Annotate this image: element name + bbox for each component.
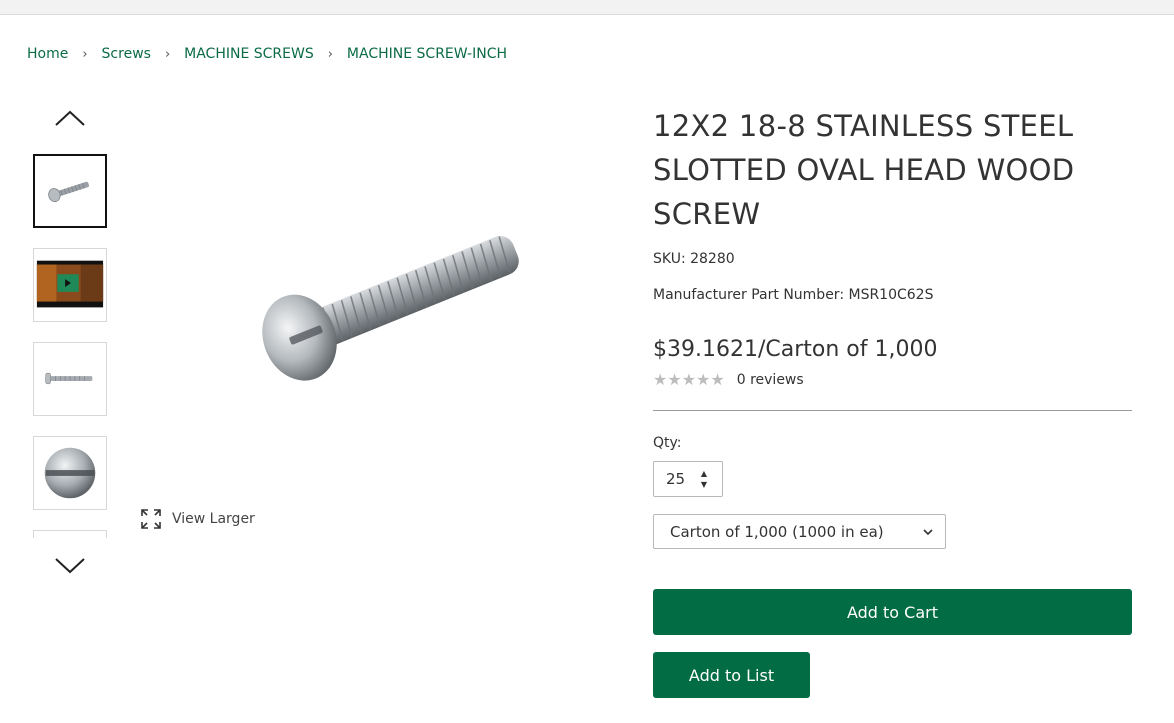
thumbnail-partial[interactable] [33, 530, 107, 538]
thumbnail-screw-head[interactable] [33, 436, 107, 510]
thumbnail-screw[interactable] [33, 154, 107, 228]
chevron-up-icon [55, 110, 85, 126]
view-larger-button[interactable]: View Larger [140, 508, 255, 530]
top-bar [0, 0, 1174, 15]
chevron-down-icon [923, 529, 933, 536]
breadcrumb-separator: › [82, 46, 88, 62]
expand-icon [141, 509, 161, 529]
increment-icon[interactable]: ▲ [701, 469, 707, 478]
screw-image [262, 236, 519, 381]
star-rating-icon: ★★★★★ [653, 370, 725, 389]
screw-head-image [44, 447, 96, 499]
qty-value[interactable]: 25 [666, 470, 685, 488]
uom-selected-value: Carton of 1,000 (1000 in ea) [670, 522, 884, 541]
breadcrumb: Home › Screws › MACHINE SCREWS › MACHINE… [27, 46, 507, 62]
view-larger-label: View Larger [172, 511, 255, 527]
product-rating[interactable]: ★★★★★ 0 reviews [653, 370, 804, 389]
product-price: $39.1621/Carton of 1,000 [653, 337, 938, 362]
add-to-list-button[interactable]: Add to List [653, 652, 810, 698]
qty-spinner[interactable]: ▲ ▼ [698, 469, 710, 489]
breadcrumb-screws[interactable]: Screws [102, 46, 151, 62]
breadcrumb-separator: › [164, 46, 171, 62]
breadcrumb-home[interactable]: Home [27, 46, 68, 62]
quantity-stepper[interactable]: 25 ▲ ▼ [653, 461, 723, 497]
screw-side-image [45, 372, 93, 385]
video-image [36, 260, 104, 308]
qty-label: Qty: [653, 435, 682, 451]
main-product-image[interactable] [230, 205, 550, 395]
product-title: 12X2 18-8 STAINLESS STEEL SLOTTED OVAL H… [653, 109, 1075, 231]
thumbnail-scroll-down-button[interactable] [50, 553, 90, 577]
thumbnail-video[interactable] [33, 248, 107, 322]
manufacturer-part-number: Manufacturer Part Number: MSR10C62S [653, 287, 934, 303]
decrement-icon[interactable]: ▼ [701, 480, 707, 489]
product-sku: SKU: 28280 [653, 251, 735, 267]
divider [653, 410, 1132, 411]
thumbnail-screw-side[interactable] [33, 342, 107, 416]
breadcrumb-separator: › [327, 46, 333, 62]
chevron-down-icon [55, 558, 85, 574]
screw-image [48, 181, 89, 202]
breadcrumb-machine-screw-inch[interactable]: MACHINE SCREW-INCH [347, 46, 507, 62]
unit-of-measure-select[interactable]: Carton of 1,000 (1000 in ea) [653, 514, 946, 549]
add-to-cart-button[interactable]: Add to Cart [653, 589, 1132, 635]
breadcrumb-machine-screws[interactable]: MACHINE SCREWS [184, 46, 314, 62]
thumbnail-scroll-up-button[interactable] [50, 106, 90, 130]
reviews-count[interactable]: 0 reviews [737, 372, 804, 388]
